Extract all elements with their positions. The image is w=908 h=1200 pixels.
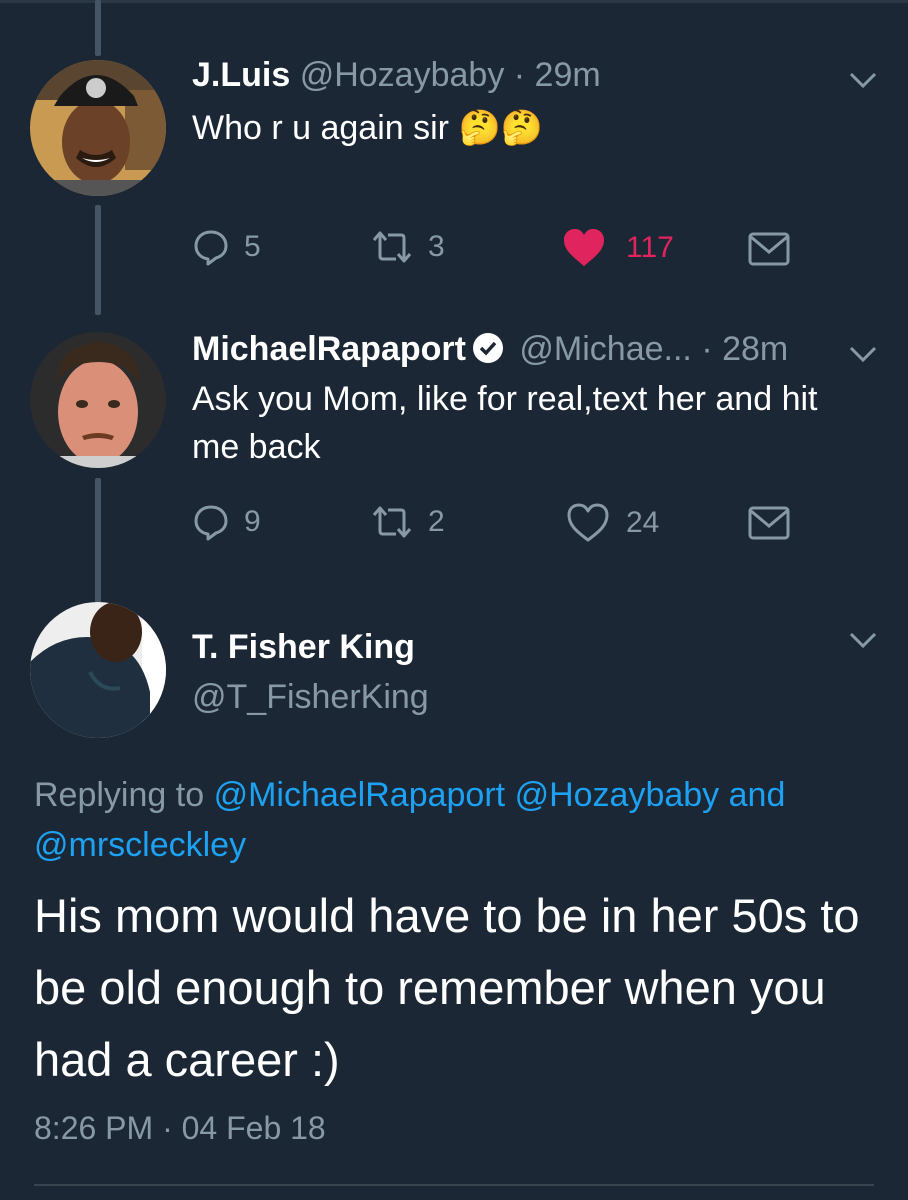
author-name[interactable]: J.Luis	[192, 56, 290, 94]
chevron-down-icon[interactable]	[848, 70, 878, 90]
heart-icon	[564, 229, 604, 266]
retweet-count: 3	[428, 230, 445, 263]
retweet-button[interactable]: 2	[370, 503, 445, 541]
avatar[interactable]	[30, 332, 166, 468]
tweet-time: · 28m	[701, 330, 789, 368]
avatar[interactable]	[30, 60, 166, 196]
author-name[interactable]: MichaelRapaport	[192, 330, 466, 368]
author-name[interactable]: T. Fisher King	[192, 628, 415, 666]
main-tweet-text: His mom would have to be in her 50s to b…	[34, 889, 860, 1086]
direct-message-icon	[748, 506, 790, 540]
replying-prefix: Replying to	[34, 776, 205, 814]
reply-count: 5	[244, 230, 261, 263]
reply-icon	[194, 230, 228, 266]
tweet-time: · 29m	[513, 56, 601, 94]
tweet-text: Ask you Mom, like for real,text her and …	[192, 380, 818, 466]
mention-link[interactable]: @MichaelRapaport	[214, 776, 506, 814]
thread-line	[95, 205, 101, 315]
tweet-text: Who r u again sir 🤔🤔	[192, 109, 544, 147]
author-handle[interactable]: @Michae...	[519, 330, 691, 368]
replying-to: Replying to @MichaelRapaport @Hozaybaby …	[34, 770, 874, 870]
top-border	[0, 0, 908, 3]
verified-badge-icon	[472, 333, 503, 363]
author-handle[interactable]: @Hozaybaby	[300, 56, 505, 94]
mention-link[interactable]: @Hozaybaby	[515, 776, 720, 814]
replying-and[interactable]: and	[729, 776, 786, 814]
author-handle[interactable]: @T_FisherKing	[192, 678, 429, 716]
heart-icon	[567, 503, 609, 542]
retweet-button[interactable]: 3	[370, 228, 445, 266]
mention-link[interactable]: @mrscleckley	[34, 826, 246, 864]
like-button[interactable]: 117	[562, 228, 674, 268]
like-count: 117	[626, 231, 674, 264]
retweet-icon	[372, 506, 412, 538]
direct-message-button[interactable]	[748, 506, 804, 540]
direct-message-icon	[748, 232, 790, 266]
like-count: 24	[626, 506, 660, 539]
retweet-icon	[372, 231, 412, 263]
tweet-timestamp[interactable]: 8:26 PM · 04 Feb 18	[34, 1110, 326, 1147]
chevron-down-icon[interactable]	[848, 630, 878, 650]
reply-count: 9	[244, 505, 261, 538]
chevron-down-icon[interactable]	[848, 344, 878, 364]
retweet-count: 2	[428, 505, 445, 538]
reply-button[interactable]: 5	[192, 228, 261, 266]
reply-button[interactable]: 9	[192, 503, 261, 541]
avatar[interactable]	[30, 602, 166, 738]
divider	[34, 1184, 874, 1186]
thread-line	[95, 478, 101, 608]
direct-message-button[interactable]	[748, 232, 804, 266]
like-button[interactable]: 24	[566, 503, 659, 543]
reply-icon	[194, 505, 228, 541]
thread-line	[95, 0, 101, 56]
